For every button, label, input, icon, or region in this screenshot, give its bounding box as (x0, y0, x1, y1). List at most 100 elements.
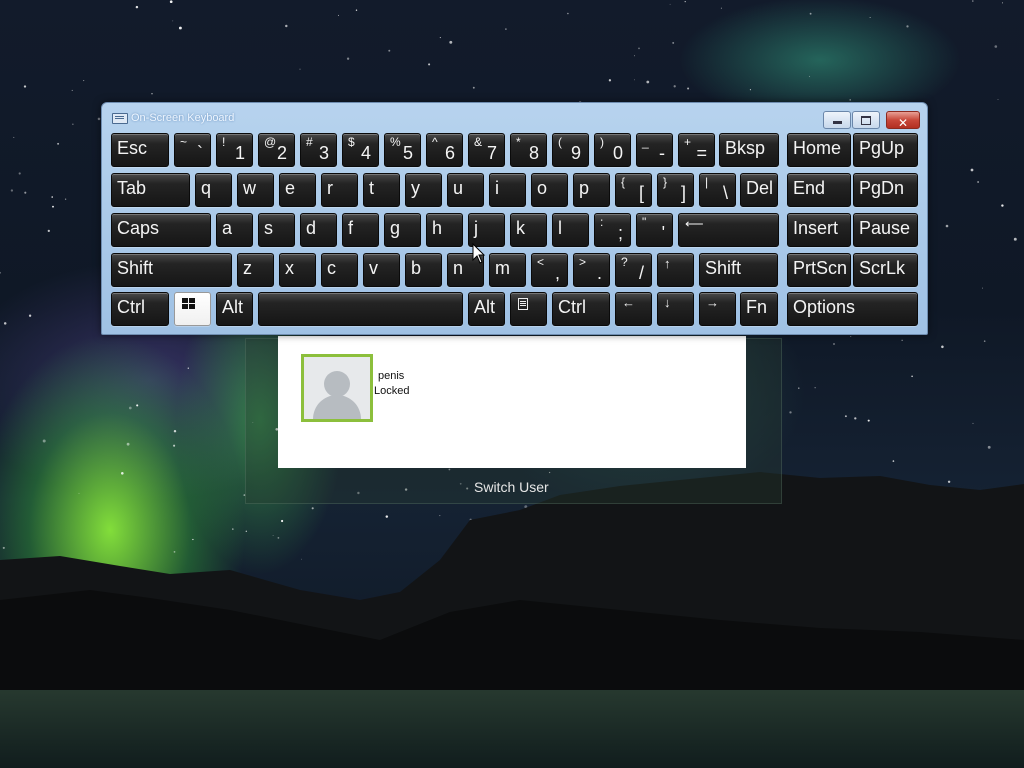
key-l[interactable]: l (552, 213, 589, 247)
key-w[interactable]: w (237, 173, 274, 207)
key-quote[interactable]: " ' (636, 213, 673, 247)
key-d[interactable]: d (300, 213, 337, 247)
key-z[interactable]: z (237, 253, 274, 287)
key-3[interactable]: #3 (300, 133, 337, 167)
key-period-shift-label: > (579, 255, 587, 269)
key-rshift[interactable]: Shift (699, 253, 778, 287)
on-screen-keyboard-window[interactable]: On-Screen Keyboard ✕ Esc ~ `! 1 @2 #3 $4% 5 ^ 6 & 7… (101, 102, 928, 335)
key-h[interactable]: h (426, 213, 463, 247)
key-comma[interactable]: <, (531, 253, 568, 287)
key-a-label: a (222, 218, 233, 238)
key-menu[interactable] (510, 292, 547, 326)
key-left[interactable]: ← (615, 292, 652, 326)
key-x[interactable]: x (279, 253, 316, 287)
key-s[interactable]: s (258, 213, 295, 247)
key-right[interactable]: → (699, 292, 736, 326)
key-o[interactable]: o (531, 173, 568, 207)
key-y-label: y (411, 178, 420, 198)
key-prtscn[interactable]: PrtScn (787, 253, 851, 287)
key-equals[interactable]: + = (678, 133, 715, 167)
key-lbracket[interactable]: {[ (615, 173, 652, 207)
key-space[interactable] (258, 292, 463, 326)
key-fn[interactable]: Fn (740, 292, 778, 326)
key-t[interactable]: t (363, 173, 400, 207)
key-home[interactable]: Home (787, 133, 851, 167)
key-c[interactable]: c (321, 253, 358, 287)
key-scrlk[interactable]: ScrLk (853, 253, 918, 287)
key-3-shift-label: # (306, 135, 313, 149)
key-minus[interactable]: _ - (636, 133, 673, 167)
key-0[interactable]: ) 0 (594, 133, 631, 167)
key-pause[interactable]: Pause (853, 213, 918, 247)
key-1[interactable]: ! 1 (216, 133, 253, 167)
key-lshift[interactable]: Shift (111, 253, 232, 287)
key-caps[interactable]: Caps (111, 213, 211, 247)
key-p[interactable]: p (573, 173, 610, 207)
key-enter[interactable]: ⟵ (678, 213, 779, 247)
key-period-label: . (596, 263, 602, 283)
close-icon: ✕ (897, 116, 909, 130)
key-i[interactable]: i (489, 173, 526, 207)
key-f[interactable]: f (342, 213, 379, 247)
key-win[interactable] (174, 292, 211, 326)
user-avatar[interactable] (301, 354, 373, 422)
key-n-label: n (453, 258, 464, 278)
key-esc[interactable]: Esc (111, 133, 169, 167)
key-u[interactable]: u (447, 173, 484, 207)
key-4[interactable]: $4 (342, 133, 379, 167)
key-k[interactable]: k (510, 213, 547, 247)
key-v[interactable]: v (363, 253, 400, 287)
key-up[interactable]: ↑ (657, 253, 694, 287)
key-tilde[interactable]: ~ ` (174, 133, 211, 167)
key-tilde-shift-label: ~ (180, 135, 188, 149)
key-lalt[interactable]: Alt (216, 292, 253, 326)
key-4-shift-label: $ (348, 135, 355, 149)
key-period[interactable]: >. (573, 253, 610, 287)
key-6-shift-label: ^ (432, 135, 438, 149)
key-down[interactable]: ↓ (657, 292, 694, 326)
key-8[interactable]: * 8 (510, 133, 547, 167)
key-lalt-label: Alt (222, 297, 244, 317)
key-pgup[interactable]: PgUp (853, 133, 918, 167)
key-b[interactable]: b (405, 253, 442, 287)
minimize-button[interactable] (823, 111, 851, 129)
key-6[interactable]: ^ 6 (426, 133, 463, 167)
switch-user-button[interactable]: Switch User (474, 479, 549, 495)
key-backslash[interactable]: | \ (699, 173, 736, 207)
key-prtscn-label: PrtScn (793, 258, 848, 278)
key-ralt[interactable]: Alt (468, 292, 505, 326)
user-tile-panel[interactable]: penis Locked (278, 336, 746, 468)
key-rctrl[interactable]: Ctrl (552, 292, 610, 326)
key-end[interactable]: End (787, 173, 851, 207)
key-g[interactable]: g (384, 213, 421, 247)
key-2[interactable]: @2 (258, 133, 295, 167)
key-a[interactable]: a (216, 213, 253, 247)
key-7[interactable]: & 7 (468, 133, 505, 167)
close-button[interactable]: ✕ (886, 111, 920, 130)
key-lbracket-label: [ (638, 183, 644, 203)
key-backslash-label: \ (722, 183, 728, 203)
key-rbracket[interactable]: }] (657, 173, 694, 207)
maximize-button[interactable] (852, 111, 880, 129)
key-s-label: s (264, 218, 273, 238)
key-lctrl[interactable]: Ctrl (111, 292, 169, 326)
key-options[interactable]: Options (787, 292, 918, 326)
key-bksp[interactable]: Bksp (719, 133, 779, 167)
key-insert[interactable]: Insert (787, 213, 851, 247)
key-q[interactable]: q (195, 173, 232, 207)
key-pgdn[interactable]: PgDn (853, 173, 918, 207)
key-e[interactable]: e (279, 173, 316, 207)
key-m[interactable]: m (489, 253, 526, 287)
key-tab[interactable]: Tab (111, 173, 190, 207)
key-5[interactable]: % 5 (384, 133, 421, 167)
window-titlebar[interactable]: On-Screen Keyboard ✕ (102, 103, 927, 130)
key-r[interactable]: r (321, 173, 358, 207)
key-slash[interactable]: ? / (615, 253, 652, 287)
key-i-label: i (495, 178, 499, 198)
key-semicolon[interactable]: :; (594, 213, 631, 247)
key-y[interactable]: y (405, 173, 442, 207)
key-j[interactable]: j (468, 213, 505, 247)
key-tab-label: Tab (117, 178, 147, 198)
key-9[interactable]: (9 (552, 133, 589, 167)
key-del[interactable]: Del (740, 173, 778, 207)
